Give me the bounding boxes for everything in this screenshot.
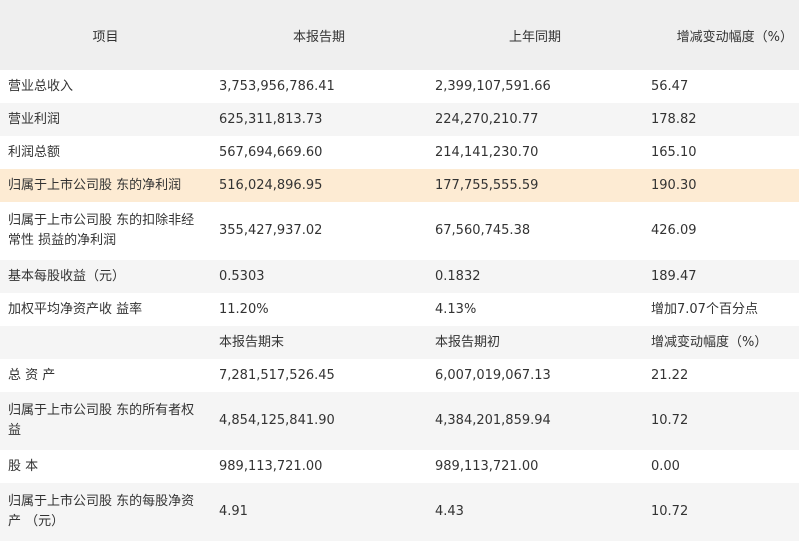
change-value: 56.47 xyxy=(643,70,799,103)
prior-value: 本报告期初 xyxy=(427,326,643,359)
row-label: 营业利润 xyxy=(0,103,211,136)
prior-value: 989,113,721.00 xyxy=(427,450,643,483)
prior-value: 177,755,555.59 xyxy=(427,169,643,202)
table-row: 归属于上市公司股 东的所有者权益 4,854,125,841.90 4,384,20… xyxy=(0,392,799,450)
change-value: 190.30 xyxy=(643,169,799,202)
row-label: 基本每股收益（元） xyxy=(0,260,211,293)
current-value: 567,694,669.60 xyxy=(211,136,427,169)
current-value: 4,854,125,841.90 xyxy=(211,392,427,450)
row-label: 总 资 产 xyxy=(0,359,211,392)
current-value: 625,311,813.73 xyxy=(211,103,427,136)
table-row: 加权平均净资产收 益率 11.20% 4.13% 增加7.07个百分点 xyxy=(0,293,799,326)
current-value: 0.5303 xyxy=(211,260,427,293)
financial-summary-table: 项目 本报告期 上年同期 增减变动幅度（%） 营业总收入 3,753,956,78… xyxy=(0,0,799,541)
change-value: 178.82 xyxy=(643,103,799,136)
current-value: 11.20% xyxy=(211,293,427,326)
table-row: 归属于上市公司股 东的每股净资产 （元） 4.91 4.43 10.72 xyxy=(0,483,799,541)
current-value: 4.91 xyxy=(211,483,427,541)
row-label: 归属于上市公司股 东的所有者权益 xyxy=(0,392,211,450)
row-label: 归属于上市公司股 东的净利润 xyxy=(0,169,211,202)
change-value: 增加7.07个百分点 xyxy=(643,293,799,326)
prior-value: 2,399,107,591.66 xyxy=(427,70,643,103)
change-value: 165.10 xyxy=(643,136,799,169)
row-label: 归属于上市公司股 东的扣除非经常性 损益的净利润 xyxy=(0,202,211,260)
change-value: 10.72 xyxy=(643,392,799,450)
prior-value: 0.1832 xyxy=(427,260,643,293)
change-value: 10.72 xyxy=(643,483,799,541)
prior-value: 4.13% xyxy=(427,293,643,326)
table-row: 股 本 989,113,721.00 989,113,721.00 0.00 xyxy=(0,450,799,483)
current-value: 本报告期末 xyxy=(211,326,427,359)
table-row: 总 资 产 7,281,517,526.45 6,007,019,067.13 21.… xyxy=(0,359,799,392)
current-value: 7,281,517,526.45 xyxy=(211,359,427,392)
change-value: 增减变动幅度（%） xyxy=(643,326,799,359)
prior-value: 67,560,745.38 xyxy=(427,202,643,260)
header-prior-period: 上年同期 xyxy=(427,0,643,70)
table-body: 营业总收入 3,753,956,786.41 2,399,107,591.66 56.… xyxy=(0,70,799,541)
current-value: 516,024,896.95 xyxy=(211,169,427,202)
row-label xyxy=(0,326,211,359)
prior-value: 4,384,201,859.94 xyxy=(427,392,643,450)
header-current-period: 本报告期 xyxy=(211,0,427,70)
table-row: 归属于上市公司股 东的扣除非经常性 损益的净利润 355,427,937.02 67… xyxy=(0,202,799,260)
row-label: 加权平均净资产收 益率 xyxy=(0,293,211,326)
prior-value: 214,141,230.70 xyxy=(427,136,643,169)
current-value: 989,113,721.00 xyxy=(211,450,427,483)
table-row: 营业利润 625,311,813.73 224,270,210.77 178.82 xyxy=(0,103,799,136)
row-label: 归属于上市公司股 东的每股净资产 （元） xyxy=(0,483,211,541)
change-value: 426.09 xyxy=(643,202,799,260)
current-value: 3,753,956,786.41 xyxy=(211,70,427,103)
table-row: 基本每股收益（元） 0.5303 0.1832 189.47 xyxy=(0,260,799,293)
row-label: 利润总额 xyxy=(0,136,211,169)
change-value: 21.22 xyxy=(643,359,799,392)
header-item: 项目 xyxy=(0,0,211,70)
change-value: 189.47 xyxy=(643,260,799,293)
prior-value: 4.43 xyxy=(427,483,643,541)
row-label: 股 本 xyxy=(0,450,211,483)
prior-value: 6,007,019,067.13 xyxy=(427,359,643,392)
prior-value: 224,270,210.77 xyxy=(427,103,643,136)
change-value: 0.00 xyxy=(643,450,799,483)
row-label: 营业总收入 xyxy=(0,70,211,103)
table-row: 本报告期末 本报告期初 增减变动幅度（%） xyxy=(0,326,799,359)
table-row: 利润总额 567,694,669.60 214,141,230.70 165.10 xyxy=(0,136,799,169)
header-change-pct: 增减变动幅度（%） xyxy=(643,0,799,70)
table-header-row: 项目 本报告期 上年同期 增减变动幅度（%） xyxy=(0,0,799,70)
current-value: 355,427,937.02 xyxy=(211,202,427,260)
table-row: 归属于上市公司股 东的净利润 516,024,896.95 177,755,555.… xyxy=(0,169,799,202)
table-row: 营业总收入 3,753,956,786.41 2,399,107,591.66 56.… xyxy=(0,70,799,103)
